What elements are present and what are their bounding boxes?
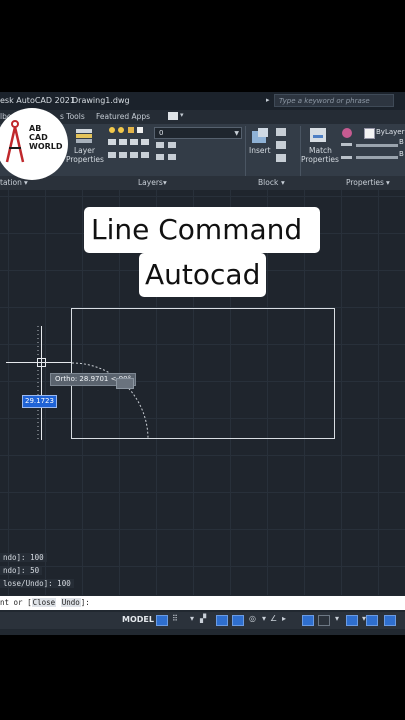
linetype-control[interactable] — [356, 156, 398, 159]
layer-tools-icons[interactable] — [106, 124, 152, 168]
logo-text: AB CAD WORLD — [29, 124, 63, 151]
lineweight-control[interactable] — [356, 144, 398, 147]
option-close[interactable]: Close — [31, 598, 57, 607]
layer-properties-label-2: Properties — [66, 155, 104, 164]
search-input[interactable]: Type a keyword or phrase — [274, 94, 394, 107]
ribbon-footer: tation ▾ Layers ▾ Block ▾ Properties ▾ — [0, 176, 405, 190]
compass-icon — [5, 120, 25, 163]
logo-line-2: CAD — [29, 133, 48, 142]
ortho-toggle-icon[interactable] — [216, 615, 228, 626]
tooltip-secondary — [116, 378, 134, 389]
command-prompt-suffix: ]: — [80, 598, 90, 607]
status-bar: MODEL ⠿ ▾ ▞ ◎ ▾ ∠ ▸ ▾ ▾ — [0, 612, 405, 629]
title-bar: esk AutoCAD 2021 Drawing1.dwg ▸ Type a k… — [0, 92, 405, 110]
tab-tools[interactable]: s Tools — [60, 112, 85, 121]
dynamic-input-field[interactable]: 29.1723 — [22, 395, 57, 408]
crosshair-vertical — [41, 326, 42, 440]
panel-properties-arrow: ▾ — [386, 178, 390, 187]
match-properties-icon[interactable] — [308, 126, 330, 146]
dropdown-icon-2[interactable]: ▾ — [262, 614, 266, 623]
option-undo[interactable]: Undo — [60, 598, 81, 607]
match-properties-label-2: Properties — [301, 155, 339, 164]
layer-dropdown-value: 0 — [159, 129, 164, 137]
isodraft-icon[interactable]: ◎ — [249, 614, 256, 623]
insert-block-icon[interactable] — [249, 126, 271, 146]
dropdown-icon-3[interactable]: ▾ — [335, 614, 339, 623]
tab-overflow-icon[interactable] — [168, 112, 178, 120]
command-history-line: ndo]: 50 — [0, 566, 43, 575]
bylayer-label: ByLayer — [376, 128, 405, 136]
search-arrow-icon[interactable]: ▸ — [266, 96, 270, 104]
match-properties-label-1: Match — [309, 146, 332, 155]
tab-featured-apps[interactable]: Featured Apps — [96, 112, 150, 121]
command-line-input[interactable]: nt or [Close Undo]: — [0, 596, 405, 610]
polar-toggle-icon[interactable] — [232, 615, 244, 626]
chevron-down-icon: ▼ — [234, 130, 239, 137]
logo-line-1: AB — [29, 124, 42, 133]
overlay-title-line-2: Autocad — [139, 253, 267, 297]
object-snap-icon[interactable]: ▸ — [282, 614, 286, 623]
model-space-label[interactable]: MODEL — [122, 615, 154, 624]
command-history-line: lose/Undo]: 100 — [0, 579, 74, 588]
lineweight-toggle-icon[interactable] — [302, 615, 314, 626]
lineweight-value: B — [399, 138, 404, 146]
crosshair-pickbox — [37, 358, 46, 367]
panel-properties[interactable]: Properties — [346, 178, 384, 187]
overlay-title-line-1: Line Command — [84, 207, 321, 253]
layer-dropdown[interactable]: 0 ▼ — [154, 127, 242, 139]
color-swatch[interactable] — [364, 128, 375, 139]
transparency-toggle-icon[interactable] — [318, 615, 330, 626]
panel-block[interactable]: Block — [258, 178, 278, 187]
panel-layers-arrow: ▾ — [163, 178, 167, 187]
document-title: Drawing1.dwg — [72, 96, 130, 105]
command-prompt-prefix: nt or [ — [0, 598, 32, 607]
linetype-value: B — [399, 150, 404, 158]
snap-icon[interactable]: ⠿ — [172, 614, 178, 623]
layer-properties-icon[interactable] — [74, 126, 96, 146]
annotation-visibility-icon[interactable] — [366, 615, 378, 626]
insert-label: Insert — [249, 146, 271, 155]
grid-toggle-icon[interactable] — [156, 615, 168, 626]
layer-properties-label-1: Layer — [74, 146, 95, 155]
color-wheel-icon[interactable] — [340, 126, 354, 168]
command-history-line: ndo]: 100 — [0, 553, 47, 562]
infer-icon[interactable]: ▞ — [200, 614, 206, 623]
dropdown-icon[interactable]: ▾ — [190, 614, 194, 623]
selection-cycling-icon[interactable] — [346, 615, 358, 626]
logo-line-3: WORLD — [29, 142, 63, 151]
tab-dropdown-icon[interactable]: ▾ — [180, 111, 184, 119]
panel-block-arrow: ▾ — [281, 178, 285, 187]
block-tools-icons[interactable] — [274, 126, 290, 166]
annotation-scale-icon[interactable] — [384, 615, 396, 626]
panel-layers[interactable]: Layers — [138, 178, 163, 187]
app-title: esk AutoCAD 2021 — [0, 96, 75, 105]
layer-state-icons[interactable] — [154, 140, 184, 168]
object-snap-tracking-icon[interactable]: ∠ — [270, 614, 277, 623]
panel-annotation[interactable]: tation — [0, 178, 22, 187]
